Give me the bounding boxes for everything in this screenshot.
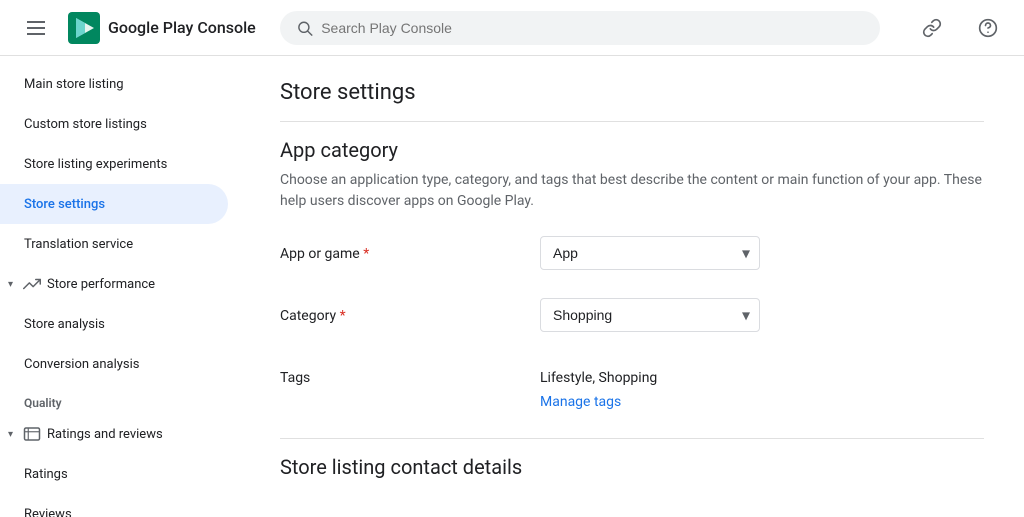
app-or-game-select[interactable]: App Game: [540, 236, 760, 270]
app-or-game-select-wrapper[interactable]: App Game ▾: [540, 236, 760, 270]
link-icon: [922, 18, 942, 38]
category-row: Category * Shopping Lifestyle Finance To…: [280, 298, 984, 332]
category-select[interactable]: Shopping Lifestyle Finance Tools: [540, 298, 760, 332]
sidebar-item-main-store-listing[interactable]: Main store listing: [0, 64, 228, 104]
hamburger-button[interactable]: [16, 8, 56, 48]
sidebar-item-store-analysis[interactable]: Store analysis: [0, 304, 228, 344]
page-title: Store settings: [280, 80, 984, 105]
header: Google Play Console: [0, 0, 1024, 56]
search-icon: [296, 19, 313, 37]
sidebar-item-translation-service[interactable]: Translation service: [0, 224, 228, 264]
hamburger-icon: [23, 17, 49, 39]
category-select-wrapper[interactable]: Shopping Lifestyle Finance Tools ▾: [540, 298, 760, 332]
help-button[interactable]: [968, 8, 1008, 48]
chevron-down-icon-2: ▾: [8, 429, 13, 440]
sidebar-item-reviews[interactable]: Reviews: [0, 494, 228, 517]
search-bar[interactable]: [280, 11, 880, 45]
sidebar-item-store-settings[interactable]: Store settings: [0, 184, 228, 224]
divider-2: [280, 438, 984, 439]
divider-1: [280, 121, 984, 122]
sidebar-item-store-performance[interactable]: ▾ Store performance: [0, 264, 228, 304]
link-button[interactable]: [912, 8, 952, 48]
sidebar-item-ratings-and-reviews[interactable]: ▾ Ratings and reviews: [0, 414, 228, 454]
header-left: Google Play Console: [16, 8, 256, 48]
tags-label: Tags: [280, 360, 500, 386]
app-or-game-control: App Game ▾: [540, 236, 760, 270]
sidebar-item-conversion-analysis[interactable]: Conversion analysis: [0, 344, 228, 384]
category-label: Category *: [280, 298, 500, 324]
store-performance-label: Store performance: [47, 277, 155, 292]
required-star-2: *: [340, 308, 346, 324]
app-category-title: App category: [280, 138, 984, 162]
play-console-logo: [68, 12, 100, 44]
trending-up-icon: [23, 275, 41, 293]
quality-section-label: Quality: [0, 384, 240, 414]
sidebar-item-ratings[interactable]: Ratings: [0, 454, 228, 494]
app-or-game-label: App or game *: [280, 236, 500, 262]
help-icon: [978, 18, 998, 38]
tags-value: Lifestyle, Shopping: [540, 360, 657, 386]
tags-control: Lifestyle, Shopping Manage tags: [540, 360, 657, 410]
sidebar-item-store-listing-experiments[interactable]: Store listing experiments: [0, 144, 228, 184]
app-category-description: Choose an application type, category, an…: [280, 170, 984, 212]
manage-tags-link[interactable]: Manage tags: [540, 394, 657, 410]
app-or-game-row: App or game * App Game ▾: [280, 236, 984, 270]
star-icon: [23, 425, 41, 443]
contact-details-title: Store listing contact details: [280, 455, 984, 479]
search-input[interactable]: [321, 20, 864, 36]
required-star: *: [363, 246, 369, 262]
main-layout: Main store listing Custom store listings…: [0, 56, 1024, 517]
sidebar: Main store listing Custom store listings…: [0, 56, 240, 517]
ratings-reviews-label: Ratings and reviews: [47, 427, 163, 442]
content-area: Store settings App category Choose an ap…: [240, 56, 1024, 517]
tags-row: Tags Lifestyle, Shopping Manage tags: [280, 360, 984, 410]
chevron-down-icon: ▾: [8, 279, 13, 290]
sidebar-item-custom-store-listings[interactable]: Custom store listings: [0, 104, 228, 144]
app-title: Google Play Console: [108, 18, 256, 37]
logo-container: Google Play Console: [68, 12, 256, 44]
category-control: Shopping Lifestyle Finance Tools ▾: [540, 298, 760, 332]
header-actions: [912, 8, 1008, 48]
